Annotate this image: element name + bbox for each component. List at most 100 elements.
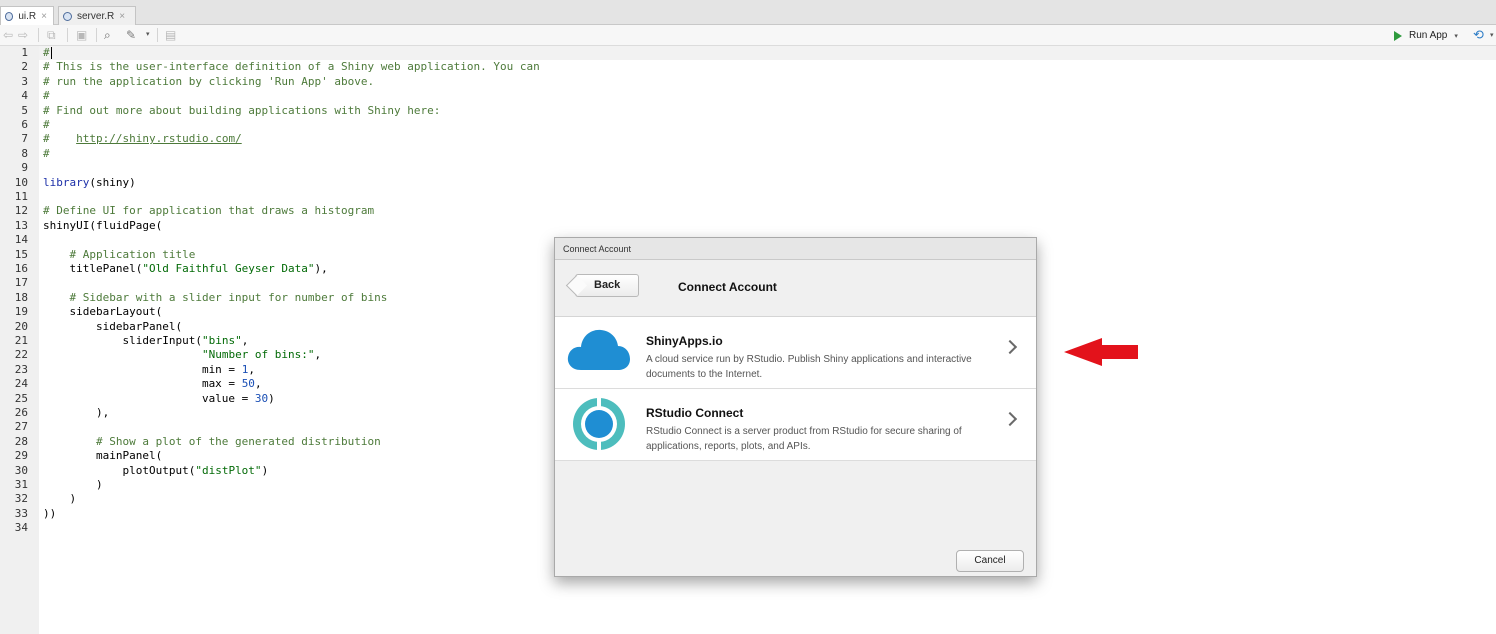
text-cursor [50,47,52,59]
cloud-icon [567,329,630,370]
line-number: 2 [21,60,28,74]
code-line: # Find out more about building applicati… [43,103,441,117]
r-file-icon [5,12,14,21]
publish-icon[interactable]: ⟲ [1473,27,1484,43]
annotation-arrow-icon [1064,338,1138,366]
service-description: RStudio Connect is a server product from… [646,426,962,452]
code-line: # Define UI for application that draws a… [43,204,375,218]
code-line: shinyUI(fluidPage( [43,218,163,232]
forward-arrow-icon[interactable]: ⇨ [18,28,28,42]
line-number: 26 [14,406,28,419]
line-number: 8 [21,146,28,160]
search-icon[interactable]: ⌕ [104,28,111,42]
save-icon[interactable]: ▣ [76,28,87,42]
cancel-button[interactable]: Cancel [956,550,1024,572]
r-file-icon [63,11,72,21]
chevron-down-icon[interactable]: ▾ [146,28,150,42]
code-line: )) [43,506,57,520]
code-line: sidebarLayout( [43,305,163,319]
code-line: # [43,146,50,160]
back-button[interactable]: Back [575,274,639,297]
line-number: 32 [14,492,28,506]
run-app-button[interactable]: Run App ▾ [1394,28,1458,43]
code-line: # [43,89,50,103]
toolbar-divider [157,28,158,42]
editor-tab-bar: ui.R × server.R × [0,0,1496,26]
dialog-heading: Connect Account [678,280,777,294]
code-line: sliderInput("bins", [43,334,249,347]
line-number: 15 [14,247,28,261]
code-line: # [43,46,52,59]
line-number: 34 [14,521,28,535]
line-number: 27 [14,420,28,434]
line-number: 13 [14,218,28,232]
line-number: 22 [14,348,28,362]
service-name: RStudio Connect [646,406,744,420]
tab-label: ui.R [18,11,37,22]
line-number: 10 [14,175,28,189]
close-icon[interactable]: × [41,11,47,22]
line-number: 11 [14,190,28,203]
code-line: plotOutput("distPlot") [43,463,269,477]
code-line: # run the application by clicking 'Run A… [43,74,375,88]
line-number: 23 [14,362,28,376]
code-line: # Application title [43,247,196,261]
line-number: 21 [14,334,28,347]
code-line: ), [43,406,110,419]
line-number: 29 [14,449,28,463]
line-number: 24 [14,377,28,391]
line-number: 31 [14,478,28,491]
line-number: 30 [14,463,28,477]
code-line: sidebarPanel( [43,319,183,333]
service-option-shinyapps[interactable]: ShinyApps.io A cloud service run by RStu… [555,317,1036,389]
service-description: A cloud service run by RStudio. Publish … [646,354,972,380]
line-number: 1 [21,46,28,59]
close-icon[interactable]: × [119,11,125,22]
code-line: # This is the user-interface definition … [43,60,540,74]
toolbar-divider [96,28,97,42]
line-number: 17 [14,276,28,290]
tab-label: server.R [77,10,115,22]
code-tools-wand-icon[interactable]: ✎ [126,28,136,42]
line-number: 12 [14,204,28,218]
code-line: max = 50, [43,377,262,391]
rstudio-connect-icon [573,395,625,453]
chevron-down-icon[interactable]: ▾ [1490,31,1494,39]
toolbar-divider [67,28,68,42]
service-option-rstudio-connect[interactable]: RStudio Connect RStudio Connect is a ser… [555,389,1036,461]
code-line: "Number of bins:", [201,348,322,362]
line-number: 9 [21,161,28,175]
toolbar-divider [38,28,39,42]
connect-account-dialog: Connect Account Back Connect Account Shi… [554,237,1037,577]
code-line: library(shiny) [43,175,136,189]
code-line: titlePanel("Old Faithful Geyser Data"), [43,262,328,275]
editor-toolbar: ⇦ ⇨ ⧉ ▣ ⌕ ✎ ▾ ▤ Run App ▾ ⟲ ▾ [0,25,1496,46]
current-line-highlight [39,46,1496,61]
compile-report-icon[interactable]: ▤ [165,28,176,42]
code-line: mainPanel( [43,449,163,463]
line-number: 16 [14,262,28,275]
line-number-gutter: 1 2 3 4 5 6 7 8 9 10 11 12 13 14 15 16 17 18 19 20 21 22 23 24 2… [0,46,39,634]
service-name: ShinyApps.io [646,334,723,348]
dialog-window-title: Connect Account [555,238,1036,260]
line-number: 6 [21,118,28,131]
dialog-header: Back Connect Account [555,260,1036,317]
chevron-down-icon[interactable]: ▾ [1454,32,1458,40]
line-number: 25 [14,391,28,405]
tab-ui-r[interactable]: ui.R × [0,6,54,26]
line-number: 7 [21,132,28,146]
line-number: 5 [21,103,28,117]
line-number: 4 [21,89,28,103]
code-line: value = 30) [43,391,275,405]
line-number: 3 [21,74,28,88]
code-line: ) [43,492,77,506]
line-number: 28 [14,434,28,448]
line-number: 14 [14,233,28,247]
code-line: # Sidebar with a slider input for number… [43,290,388,304]
play-icon [1394,30,1402,41]
back-arrow-icon[interactable]: ⇦ [3,28,13,42]
code-link[interactable]: http://shiny.rstudio.com/ [76,132,242,145]
show-in-window-icon[interactable]: ⧉ [47,28,56,42]
run-app-label: Run App [1409,30,1448,41]
tab-server-r[interactable]: server.R × [58,6,136,25]
